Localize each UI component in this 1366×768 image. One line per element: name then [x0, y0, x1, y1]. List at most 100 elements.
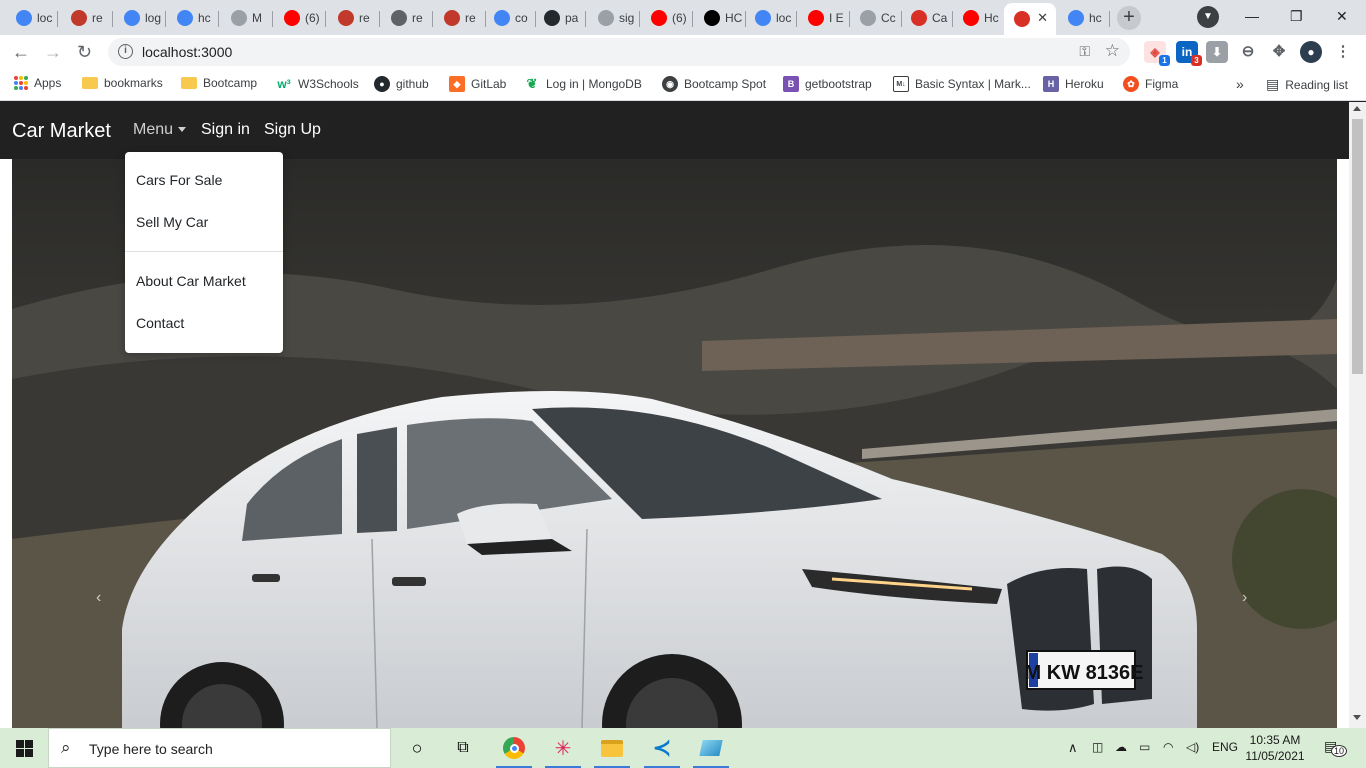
scroll-down-arrow-icon[interactable]	[1353, 715, 1361, 720]
browser-tab[interactable]: Cc	[850, 4, 902, 32]
cortana-icon[interactable]: ○	[395, 732, 439, 764]
onedrive-icon[interactable]: ☁	[1115, 740, 1127, 754]
browser-tab[interactable]: co	[484, 4, 536, 32]
browser-tab[interactable]: hc	[167, 4, 219, 32]
browser-tab[interactable]: HC	[694, 4, 746, 32]
forward-icon[interactable]: →	[44, 42, 62, 63]
browser-tab[interactable]: re	[434, 4, 486, 32]
tab-title: re	[412, 11, 423, 25]
carousel-prev-button[interactable]: ‹	[96, 589, 101, 607]
bookmark-github[interactable]: ● github	[374, 76, 429, 92]
bookmark-star-icon[interactable]: ☆	[1105, 41, 1120, 61]
github-icon: ●	[374, 76, 390, 92]
dropdown-item-cars-for-sale[interactable]: Cars For Sale	[136, 172, 222, 188]
minimize-icon[interactable]: —	[1245, 8, 1259, 24]
new-tab-button[interactable]: +	[1117, 6, 1141, 30]
chrome-menu-icon[interactable]: ⋮	[1332, 41, 1354, 63]
bootstrap-icon: B	[783, 76, 799, 92]
vscode-taskbar-icon[interactable]: ≺	[640, 732, 684, 768]
nav-sign-in[interactable]: Sign in	[201, 121, 250, 139]
bookmark-gitlab[interactable]: ◆ GitLab	[449, 76, 506, 92]
linkedin-extension-icon[interactable]: in 3	[1176, 41, 1202, 66]
bookmark-apps[interactable]: Apps	[14, 76, 61, 90]
taskbar-clock[interactable]: 10:35 AM 11/05/2021	[1243, 732, 1307, 764]
bookmark-label: Log in | MongoDB	[546, 77, 642, 91]
browser-tab[interactable]: sig	[588, 4, 640, 32]
browser-tab[interactable]: (6)	[274, 4, 326, 32]
browser-tab[interactable]: re	[61, 4, 113, 32]
menu-dropdown-toggle[interactable]: Menu	[133, 121, 187, 139]
browser-tab[interactable]: log	[114, 4, 166, 32]
bookmark-getbootstrap[interactable]: B getbootstrap	[783, 76, 872, 92]
bookmark-bookmarks-folder[interactable]: bookmarks	[82, 76, 163, 90]
language-indicator[interactable]: ENG	[1212, 740, 1238, 754]
browser-tab[interactable]: re	[328, 4, 380, 32]
close-window-icon[interactable]: ✕	[1336, 8, 1348, 25]
browser-tab[interactable]: loc	[745, 4, 797, 32]
browser-tab[interactable]: re	[381, 4, 433, 32]
google-icon	[177, 10, 193, 26]
browser-tab[interactable]: loc	[6, 4, 58, 32]
scroll-up-arrow-icon[interactable]	[1353, 106, 1361, 111]
back-icon[interactable]: ←	[12, 42, 30, 63]
tab-separator	[796, 11, 797, 27]
notification-center-icon[interactable]: ▤ 10	[1324, 738, 1348, 757]
bookmarks-overflow-button[interactable]: »	[1236, 76, 1244, 92]
tab-title: re	[465, 11, 476, 25]
tab-title: hc	[198, 11, 211, 25]
task-view-icon[interactable]: ⧉	[441, 732, 485, 764]
browser-tab[interactable]: hc	[1058, 4, 1110, 32]
profile-avatar[interactable]: ●	[1300, 41, 1322, 63]
restore-icon[interactable]: ❐	[1290, 8, 1303, 25]
bookmark-bootcamp-folder[interactable]: Bootcamp	[181, 76, 257, 90]
browser-tab[interactable]: Ca	[901, 4, 953, 32]
site-info-icon[interactable]: i	[118, 44, 133, 59]
brand-link[interactable]: Car Market	[12, 120, 111, 143]
dropdown-item-about[interactable]: About Car Market	[136, 273, 246, 289]
download-extension-icon[interactable]: ⬇	[1206, 41, 1228, 63]
file-explorer-icon[interactable]	[590, 732, 634, 768]
browser-tab[interactable]: pa	[534, 4, 586, 32]
extension-icon[interactable]: ◈ 1	[1144, 41, 1170, 66]
tab-separator	[1109, 11, 1110, 27]
browser-tab[interactable]: M	[221, 4, 273, 32]
chrome-taskbar-icon[interactable]	[492, 732, 536, 768]
azure-data-studio-icon[interactable]	[689, 732, 733, 768]
bookmark-figma[interactable]: ✿ Figma	[1123, 76, 1178, 92]
reading-list-button[interactable]: ▤ Reading list	[1266, 76, 1348, 93]
volume-icon[interactable]: ◁)	[1186, 740, 1199, 754]
carousel-next-button[interactable]: ›	[1242, 589, 1247, 607]
dropdown-item-contact[interactable]: Contact	[136, 315, 184, 331]
key-icon[interactable]: ⚿	[1079, 43, 1090, 60]
tray-overflow-icon[interactable]: ∧	[1068, 740, 1078, 756]
close-tab-icon[interactable]: ✕	[1037, 10, 1048, 26]
bookmark-heroku[interactable]: H Heroku	[1043, 76, 1104, 92]
reload-icon[interactable]: ↻	[77, 42, 92, 63]
taskbar-search-box[interactable]: ⌕ Type here to search	[48, 728, 391, 768]
battery-icon[interactable]: ▭	[1139, 740, 1150, 754]
bookmark-w3schools[interactable]: w³ W3Schools	[276, 76, 358, 92]
url-text[interactable]: localhost:3000	[142, 44, 232, 60]
browser-tab[interactable]: ✕	[1004, 3, 1056, 35]
extension-circle-icon[interactable]: ⊖	[1237, 41, 1259, 63]
extensions-puzzle-icon[interactable]: ✥	[1268, 41, 1290, 63]
dropdown-item-sell-my-car[interactable]: Sell My Car	[136, 214, 208, 230]
scroll-thumb[interactable]	[1352, 119, 1363, 374]
browser-tab[interactable]: I E	[798, 4, 850, 32]
wifi-icon[interactable]: ◠	[1163, 740, 1173, 754]
bookmark-mongodb[interactable]: ❦ Log in | MongoDB	[524, 76, 642, 92]
tab-search-icon[interactable]: ▼	[1197, 6, 1219, 28]
meet-now-icon[interactable]: ◫	[1092, 740, 1103, 754]
tab-title: Cc	[881, 11, 896, 25]
page-scrollbar[interactable]	[1349, 102, 1366, 728]
bookmark-markdown[interactable]: M↓ Basic Syntax | Mark...	[893, 76, 1031, 92]
slack-taskbar-icon[interactable]: ✳	[541, 732, 585, 768]
bookmark-bootcamp-spot[interactable]: ◉ Bootcamp Spot	[662, 76, 766, 92]
browser-tab[interactable]: (6)	[641, 4, 693, 32]
start-button[interactable]	[0, 728, 48, 768]
nav-sign-up[interactable]: Sign Up	[264, 121, 321, 139]
tab-title: M	[252, 11, 262, 25]
address-bar[interactable]: i localhost:3000 ⚿ ☆	[108, 38, 1130, 66]
browser-tab[interactable]: Hc	[953, 4, 1005, 32]
notion-red-icon	[338, 10, 354, 26]
